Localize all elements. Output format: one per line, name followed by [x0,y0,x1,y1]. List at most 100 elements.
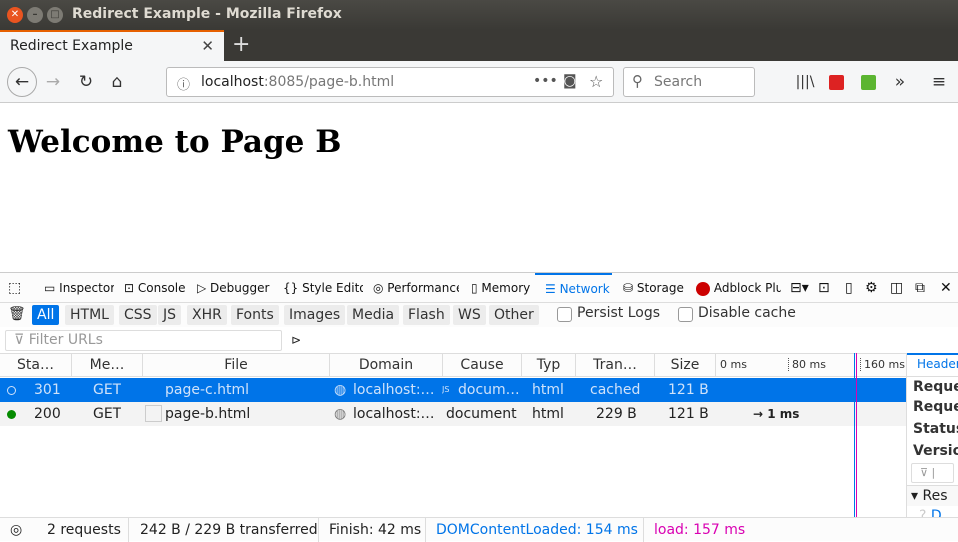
dock-side-icon[interactable]: ◫ [890,273,903,303]
layout-icon[interactable]: ⊟▾ [790,273,809,303]
pocket-icon[interactable]: ◙ [563,73,577,89]
request-row[interactable]: 301 GET page-c.html ◍ localhost:… JS doc… [0,378,906,402]
forward-button[interactable]: → [41,70,65,94]
col-domain[interactable]: Domain [330,354,443,377]
browser-tab[interactable]: Redirect Example ✕ [0,30,224,61]
print-extension-icon[interactable] [861,75,876,90]
maximize-window-button[interactable]: □ [47,7,63,23]
home-button[interactable]: ⌂ [105,70,129,94]
url-path: :8085/page-b.html [263,74,395,90]
headers-filter-input[interactable]: ⊽ | [911,463,954,483]
disable-cache-label: Disable cache [698,305,796,321]
request-details-panel: Headers Reque Reque Status Versio ⊽ | ▾ … [906,353,958,517]
dom-content-loaded-time: DOMContentLoaded: 154 ms [425,518,638,542]
load-marker [856,353,857,517]
filter-xhr[interactable]: XHR [187,305,227,325]
overflow-menu-icon[interactable]: » [888,70,912,94]
request-timing: → 1 ms [753,407,800,421]
url-bar[interactable]: ⓘ localhost:8085/page-b.html ••• ◙ ☆ [166,67,614,97]
toggle-sidebar-icon[interactable]: ⊳ [291,333,301,347]
filter-css[interactable]: CSS [119,305,157,325]
close-tab-icon[interactable]: ✕ [201,37,214,55]
request-cause: document [446,406,517,422]
window-title: Redirect Example - Mozilla Firefox [72,6,342,22]
col-cause[interactable]: Cause [443,354,522,377]
request-type: html [532,406,564,422]
tick-0ms: 0 ms [720,358,747,371]
request-type: html [532,382,564,398]
back-button[interactable]: ← [7,67,37,97]
disable-cache-checkbox[interactable] [678,307,693,322]
filter-media[interactable]: Media [347,305,400,325]
page-heading: Welcome to Page B [8,124,342,160]
transferred-summary: 242 B / 229 B transferred [128,518,318,542]
tab-memory[interactable]: ▯ Memory [471,273,535,303]
response-headers-section[interactable]: ▾ Res [907,485,958,506]
filter-ws[interactable]: WS [453,305,486,325]
request-row[interactable]: 200 GET page-b.html ◍ localhost:… docume… [0,402,906,426]
element-picker-icon[interactable]: ⬚ [8,273,21,303]
tab-debugger[interactable]: ▷ Debugger [197,273,270,303]
split-console-icon[interactable]: ⊡ [818,273,830,303]
response-header-item[interactable]: ? D [907,506,958,517]
globe-icon: ◍ [334,382,347,398]
col-status[interactable]: Sta… [0,354,72,377]
tab-headers[interactable]: Headers [907,353,958,377]
filter-fonts[interactable]: Fonts [231,305,279,325]
tab-performance[interactable]: ◎ Performance [373,273,459,303]
reload-button[interactable]: ↻ [74,70,98,94]
filter-urls-input[interactable]: ⊽ Filter URLs [5,330,282,351]
search-input[interactable]: ⚲ Search [623,67,755,97]
persist-logs-checkbox[interactable] [557,307,572,322]
devtools-toolbar: ⬚ ▭ Inspector ⊡ Console ▷ Debugger {} St… [0,273,958,303]
request-count: 2 requests [47,522,121,538]
request-size: 121 B [668,382,709,398]
col-size[interactable]: Size [655,354,716,377]
requests-header: Sta… Me… File Domain Cause Typ Tran… Siz… [0,353,906,377]
tab-network[interactable]: ☰ Network [535,273,612,303]
tab-storage[interactable]: ⛁ Storage [623,273,685,303]
col-type[interactable]: Typ [522,354,576,377]
filter-images[interactable]: Images [284,305,346,325]
minimize-window-button[interactable]: – [27,7,43,23]
devtools-panel: ⬚ ▭ Inspector ⊡ Console ▷ Debugger {} St… [0,272,958,542]
persist-logs-label: Persist Logs [577,305,661,321]
info-icon[interactable]: ⓘ [177,74,190,93]
new-tab-button[interactable]: + [232,32,250,57]
clear-trash-icon[interactable]: 🗑 [8,306,26,322]
filter-html[interactable]: HTML [65,305,114,325]
request-url-label: Reque [913,379,958,395]
tab-console[interactable]: ⊡ Console [124,273,186,303]
request-file: page-b.html [165,406,251,422]
pdf-extension-icon[interactable] [829,75,844,90]
status-indicator-icon [7,410,16,419]
tab-adblock-plus[interactable]: Adblock Plus [696,273,781,303]
bookmark-star-icon[interactable]: ☆ [589,72,603,91]
settings-gear-icon[interactable]: ⚙ [865,273,878,303]
search-icon: ⚲ [632,72,643,90]
undock-icon[interactable]: ⧉ [915,273,925,303]
hamburger-menu-icon[interactable]: ≡ [927,70,951,94]
responsive-design-icon[interactable]: ▯ [845,273,853,303]
globe-icon: ◍ [334,406,347,422]
dcl-marker [854,353,855,517]
performance-analysis-icon[interactable]: ◎ [10,518,22,542]
close-window-button[interactable]: ✕ [7,7,23,23]
filter-other[interactable]: Other [489,305,539,325]
col-transferred[interactable]: Tran… [576,354,655,377]
tab-style-editor[interactable]: {} Style Editor [283,273,363,303]
library-icon[interactable]: |||\ [793,70,817,94]
page-actions-button[interactable]: ••• [533,73,558,89]
load-time: load: 157 ms [643,518,745,542]
filter-all[interactable]: All [32,305,60,325]
request-method: GET [93,382,122,398]
request-status: 200 [34,406,61,422]
filter-js[interactable]: JS [158,305,182,325]
js-cause-icon: JS [442,385,450,394]
col-file[interactable]: File [143,354,330,377]
close-devtools-icon[interactable]: ✕ [940,273,952,303]
filter-flash[interactable]: Flash [403,305,450,325]
tab-inspector[interactable]: ▭ Inspector [44,273,114,303]
col-method[interactable]: Me… [72,354,143,377]
status-bar: ◎ 2 requests 242 B / 229 B transferred F… [0,517,958,542]
